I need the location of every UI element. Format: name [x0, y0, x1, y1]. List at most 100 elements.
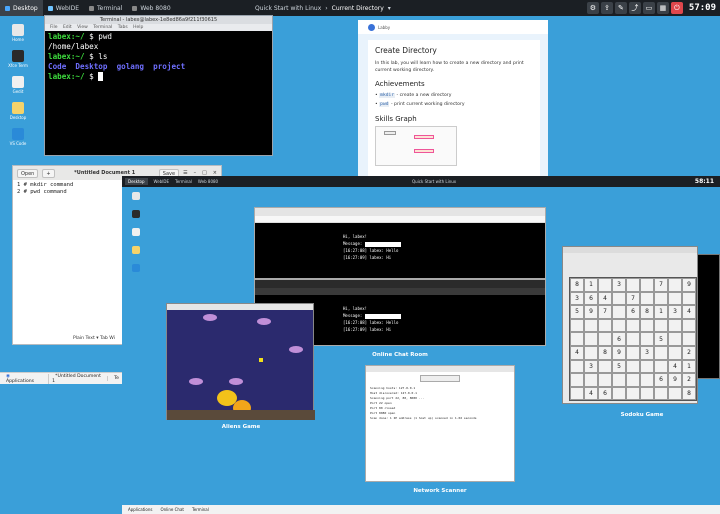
- desktop-xfce-terminal[interactable]: Xfce Term: [5, 50, 31, 68]
- sudoku-cell[interactable]: [626, 386, 640, 401]
- sudoku-cell[interactable]: [668, 345, 682, 360]
- sudoku-cell[interactable]: 4: [570, 345, 584, 360]
- ov-desktop-icon[interactable]: [128, 264, 144, 273]
- aliens-game-window[interactable]: [166, 303, 315, 420]
- sudoku-cell[interactable]: [654, 291, 668, 306]
- sudoku-cell[interactable]: 5: [612, 359, 626, 374]
- menu-view[interactable]: View: [77, 25, 88, 30]
- terminal-output[interactable]: labex:~/ $ pwd /home/labex labex:~/ $ ls…: [45, 31, 272, 83]
- sudoku-cell[interactable]: [640, 278, 654, 292]
- sudoku-cell[interactable]: 5: [654, 332, 668, 346]
- sudoku-cell[interactable]: 6: [598, 386, 612, 401]
- desktop-gedit[interactable]: Gedit: [5, 76, 31, 94]
- sudoku-cell[interactable]: [584, 373, 598, 387]
- sudoku-cell[interactable]: [640, 291, 654, 306]
- sudoku-cell[interactable]: [626, 278, 640, 292]
- sudoku-cell[interactable]: 6: [612, 332, 626, 346]
- desktop-home[interactable]: Home: [5, 24, 31, 42]
- sudoku-cell[interactable]: [682, 332, 696, 346]
- sudoku-cell[interactable]: [640, 373, 654, 387]
- new-tab-button[interactable]: +: [42, 168, 55, 178]
- sudoku-cell[interactable]: [570, 386, 584, 401]
- ov-tab-terminal[interactable]: Terminal: [175, 179, 192, 184]
- ov-desktop-icon[interactable]: [128, 246, 144, 255]
- message-input[interactable]: [364, 241, 401, 247]
- menu-file[interactable]: File: [50, 25, 58, 30]
- gedit-statusbar[interactable]: Plain Text ▾ Tab Wi: [73, 336, 115, 341]
- sudoku-cell[interactable]: [654, 345, 668, 360]
- sudoku-cell[interactable]: 8: [682, 386, 696, 401]
- sudoku-cell[interactable]: [612, 373, 626, 387]
- ov-applications[interactable]: Applications: [128, 507, 152, 512]
- sudoku-cell[interactable]: 9: [612, 345, 626, 360]
- sudoku-cell[interactable]: 8: [640, 305, 654, 319]
- sudoku-cell[interactable]: 6: [654, 373, 668, 387]
- sudoku-cell[interactable]: 9: [682, 278, 696, 292]
- chat-icon[interactable]: ▭: [642, 2, 655, 14]
- sudoku-cell[interactable]: [654, 359, 668, 374]
- sudoku-cell[interactable]: [598, 359, 612, 374]
- sudoku-cell[interactable]: 4: [598, 291, 612, 306]
- sudoku-cell[interactable]: [570, 318, 584, 333]
- sudoku-window[interactable]: 8137936475976813465489323541692468: [562, 246, 698, 404]
- sudoku-cell[interactable]: [612, 291, 626, 306]
- start-scan-button[interactable]: [420, 375, 460, 382]
- course-title[interactable]: Quick Start with Linux: [255, 5, 321, 12]
- upload-icon[interactable]: ⇪: [600, 2, 613, 14]
- sudoku-cell[interactable]: 2: [682, 345, 696, 360]
- sudoku-cell[interactable]: 8: [570, 278, 584, 292]
- ov-tab-webide[interactable]: WebIDE: [154, 179, 170, 184]
- sudoku-cell[interactable]: [598, 278, 612, 292]
- sudoku-cell[interactable]: 5: [570, 305, 584, 319]
- sudoku-cell[interactable]: 3: [612, 278, 626, 292]
- sudoku-cell[interactable]: 7: [626, 291, 640, 306]
- stop-icon[interactable]: ⏻: [670, 2, 683, 14]
- skills-graph[interactable]: [375, 126, 457, 166]
- browser-urlbar[interactable]: [255, 288, 545, 295]
- ov-tab-web[interactable]: Web 8080: [198, 179, 218, 184]
- sudoku-cell[interactable]: 3: [668, 305, 682, 319]
- sudoku-cell[interactable]: [584, 332, 598, 346]
- open-button[interactable]: Open: [17, 168, 39, 178]
- sudoku-cell[interactable]: 3: [570, 291, 584, 306]
- sudoku-cell[interactable]: 7: [598, 305, 612, 319]
- applications-menu[interactable]: ◉ Applications: [0, 374, 48, 384]
- sudoku-cell[interactable]: [640, 318, 654, 333]
- sudoku-cell[interactable]: [668, 278, 682, 292]
- sudoku-cell[interactable]: 8: [598, 345, 612, 360]
- ov-tab-desktop[interactable]: Desktop: [125, 178, 148, 185]
- sudoku-cell[interactable]: [654, 318, 668, 333]
- sudoku-cell[interactable]: [598, 318, 612, 333]
- sudoku-cell[interactable]: [668, 386, 682, 401]
- sudoku-cell[interactable]: [682, 291, 696, 306]
- sudoku-cell[interactable]: [682, 318, 696, 333]
- browser-urlbar[interactable]: [255, 216, 545, 223]
- menu-edit[interactable]: Edit: [63, 25, 72, 30]
- sudoku-cell[interactable]: 9: [668, 373, 682, 387]
- settings-icon[interactable]: ⚙: [586, 2, 599, 14]
- ov-desktop-icon[interactable]: [128, 210, 144, 219]
- sudoku-cell[interactable]: 1: [682, 359, 696, 374]
- sudoku-cell[interactable]: [570, 359, 584, 374]
- network-scanner-window[interactable]: Scanning hosts: 127.0.0.1 Host discovere…: [365, 365, 515, 482]
- sudoku-cell[interactable]: [584, 318, 598, 333]
- sudoku-cell[interactable]: 2: [682, 373, 696, 387]
- sudoku-cell[interactable]: [640, 386, 654, 401]
- sudoku-cell[interactable]: 3: [584, 359, 598, 374]
- sudoku-cell[interactable]: [612, 305, 626, 319]
- sudoku-grid[interactable]: 8137936475976813465489323541692468: [569, 277, 697, 402]
- ov-task-chat[interactable]: Online Chat: [160, 507, 184, 512]
- sudoku-cell[interactable]: [584, 345, 598, 360]
- ov-desktop-icon[interactable]: [128, 192, 144, 201]
- desktop-vscode[interactable]: VS Code: [5, 128, 31, 146]
- sudoku-cell[interactable]: [654, 386, 668, 401]
- sudoku-cell[interactable]: [668, 318, 682, 333]
- terminal-window[interactable]: Terminal - labex@labex-1e8ed86a9f211f306…: [44, 15, 273, 156]
- tab-terminal[interactable]: Terminal: [84, 0, 127, 16]
- sudoku-cell[interactable]: 6: [626, 305, 640, 319]
- sudoku-cell[interactable]: 4: [584, 386, 598, 401]
- menu-terminal[interactable]: Terminal: [93, 25, 112, 30]
- sudoku-cell[interactable]: [626, 345, 640, 360]
- sudoku-cell[interactable]: [640, 332, 654, 346]
- sudoku-cell[interactable]: [640, 359, 654, 374]
